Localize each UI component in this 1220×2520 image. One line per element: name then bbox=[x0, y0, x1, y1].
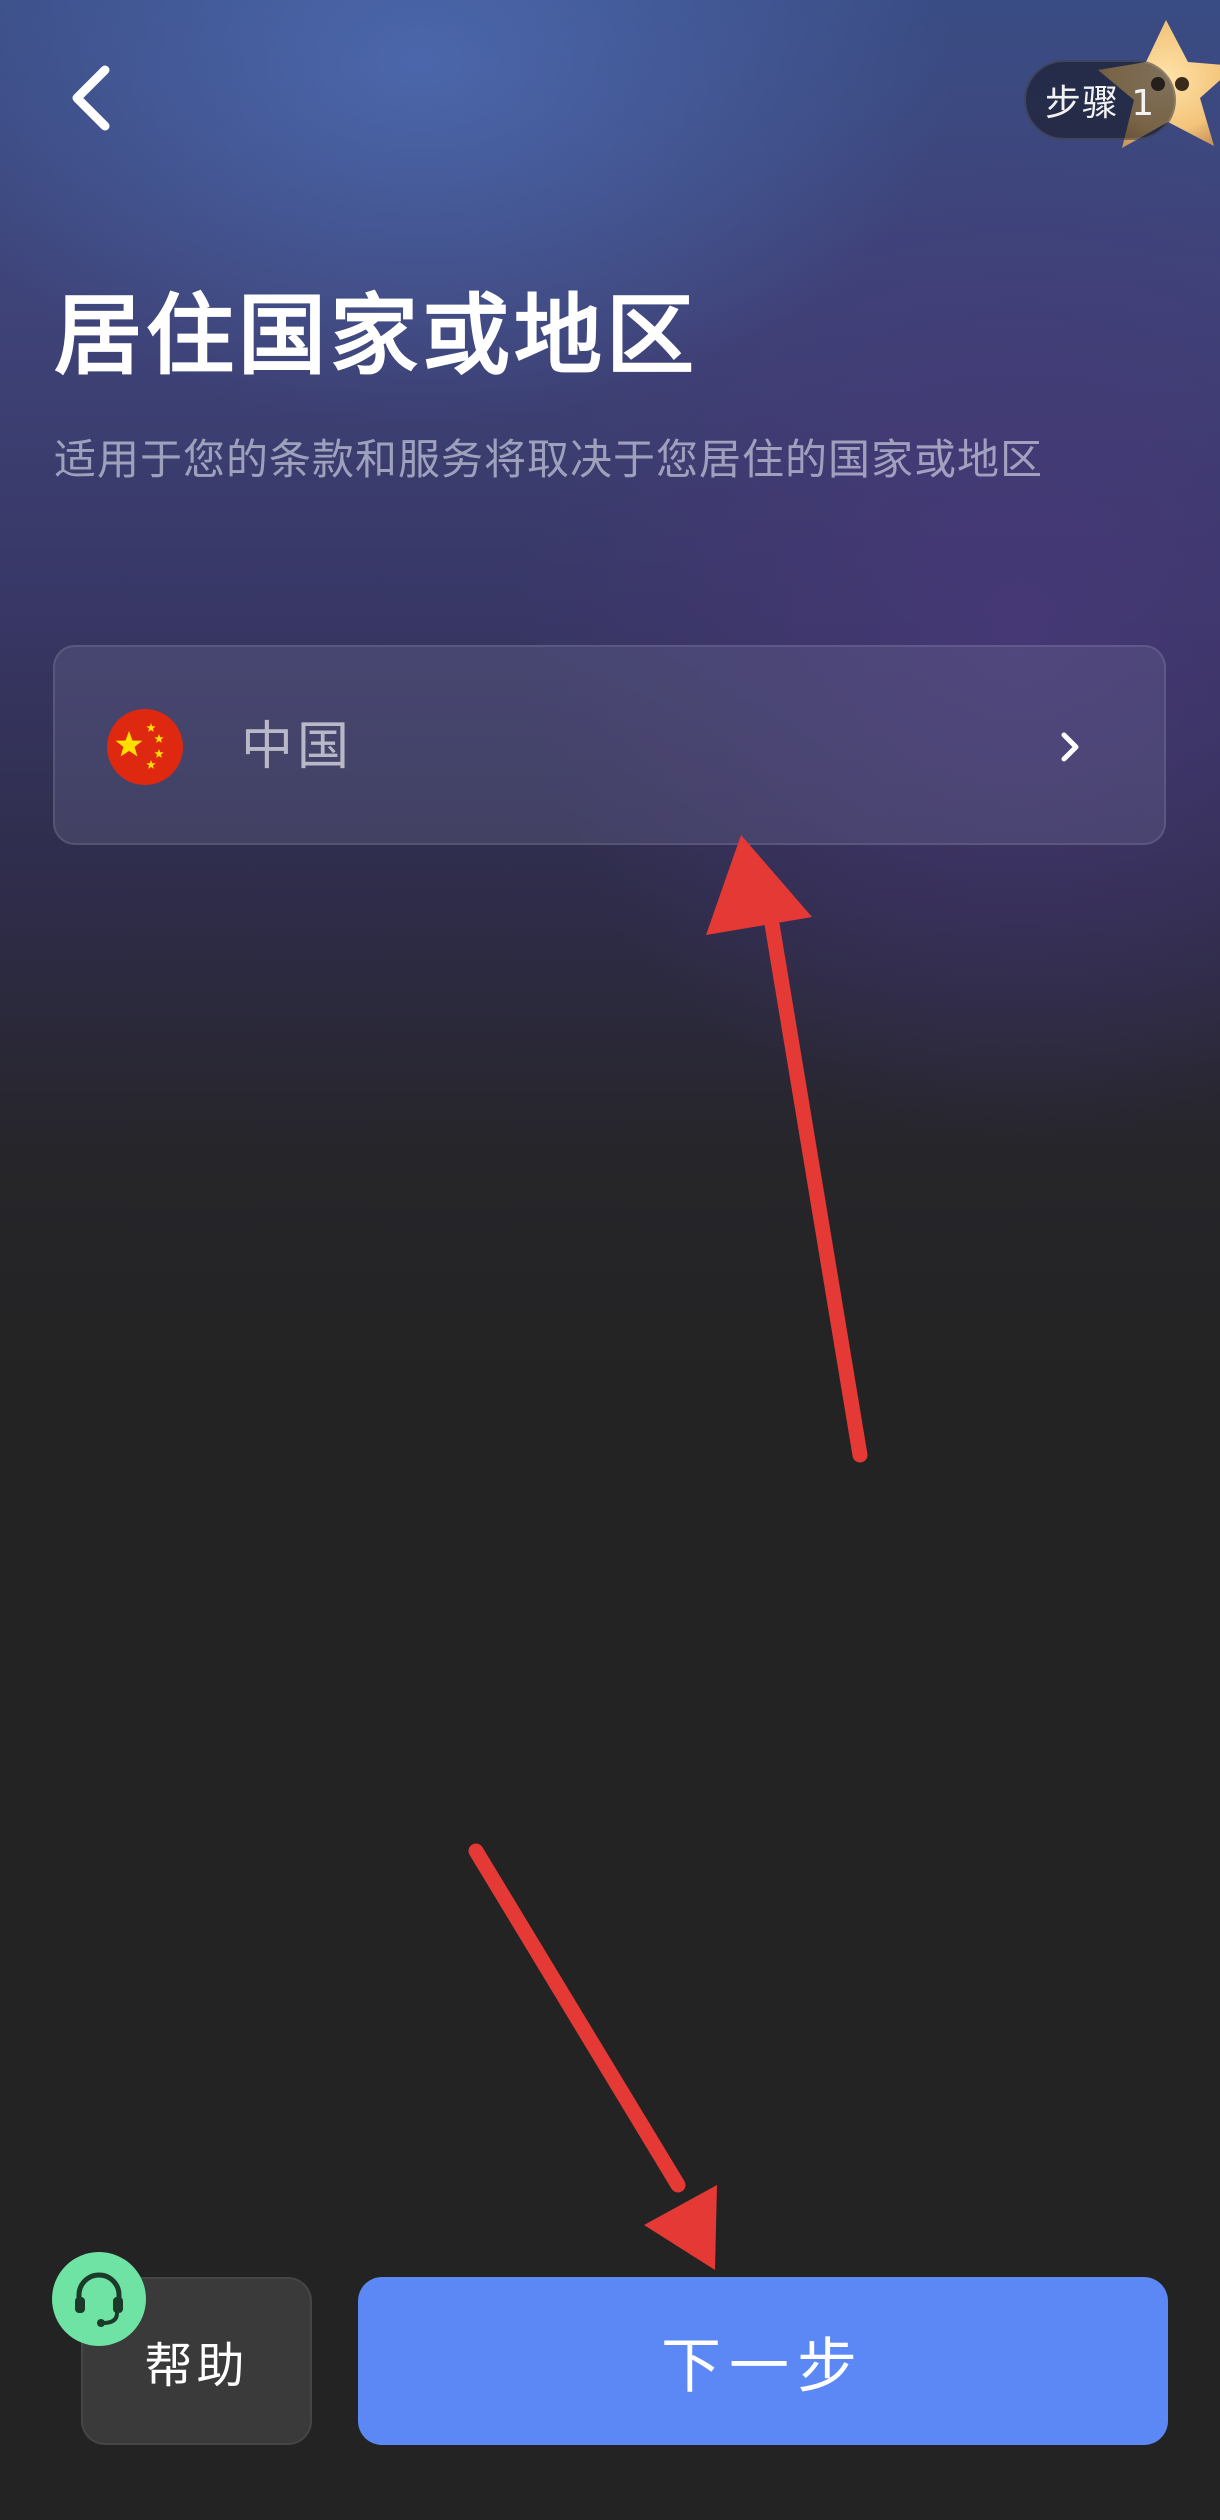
country-value: 中国 bbox=[241, 717, 354, 777]
headset-icon bbox=[75, 2272, 123, 2327]
screen-background: 步骤 1 居住国家或地区 适用于您的条款和服务将取决于您居住的国家或地区 中国 bbox=[0, 0, 1220, 2520]
support-button[interactable] bbox=[52, 2252, 146, 2346]
next-button[interactable]: 下一步 bbox=[358, 2277, 1168, 2445]
country-selector[interactable]: 中国 bbox=[53, 645, 1166, 845]
page-title: 居住国家或地区 bbox=[54, 284, 699, 387]
help-label: 帮助 bbox=[144, 2338, 249, 2394]
chevron-right-icon bbox=[1061, 732, 1079, 762]
back-button[interactable] bbox=[56, 62, 128, 134]
page-subtitle: 适用于您的条款和服务将取决于您居住的国家或地区 bbox=[54, 435, 1044, 484]
chevron-left-icon bbox=[72, 65, 110, 131]
china-flag-icon bbox=[107, 709, 183, 785]
annotation-arrow-up bbox=[706, 835, 868, 1463]
step-label: 步骤 1 bbox=[1044, 83, 1156, 124]
next-label: 下一步 bbox=[661, 2331, 865, 2402]
step-badge: 步骤 1 bbox=[1024, 60, 1176, 140]
annotation-arrow-down bbox=[468, 1843, 717, 2270]
